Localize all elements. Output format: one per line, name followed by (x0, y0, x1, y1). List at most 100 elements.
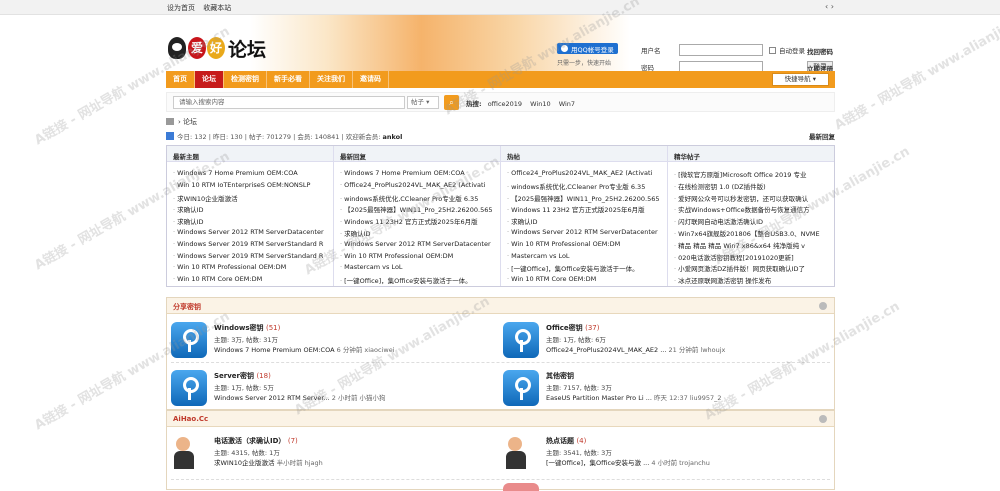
last-post-time: 21 分钟前 lwhoujx (668, 346, 726, 354)
list-item[interactable]: 冰点还原联网激活密钥 操作发布 (674, 275, 828, 287)
list-item[interactable]: 【2025最强神器】WIN11_Pro_25H2.26200.565 (340, 204, 494, 216)
forum-name[interactable]: Server密钥 (214, 372, 254, 380)
section-title: AiHao.Cc (173, 415, 209, 423)
list-item[interactable]: Windows Server 2012 RTM ServerDatacenter (340, 240, 494, 252)
list-item[interactable]: Win 10 RTM Professional OEM:DM (173, 263, 327, 275)
bookmark-link[interactable]: 收藏本站 (203, 4, 231, 12)
home-icon[interactable] (166, 118, 174, 125)
qq-login: 用QQ帐号登录 只需一步，快速开始 (557, 43, 618, 67)
search-button[interactable]: ⌕ (444, 95, 459, 110)
list-item[interactable]: 小爱网页激活DZ插件版！网页获取确认ID了 (674, 263, 828, 275)
key-icon (171, 322, 207, 358)
forum-name[interactable]: 电话激活（求确认ID） (214, 437, 285, 445)
site-logo[interactable]: 爱 好 论坛 (168, 33, 266, 63)
list-item[interactable]: Windows Server 2012 RTM ServerDatacenter (173, 228, 327, 240)
list-item[interactable]: 【2025最强神器】WIN11_Pro_25H2.26200.565 (507, 193, 661, 205)
latest-replies-link[interactable]: 最新回复 (809, 131, 835, 141)
list-item[interactable]: Mastercam vs LoL (507, 252, 661, 264)
list-item[interactable]: Windows Server 2019 RTM ServerStandard R (173, 252, 327, 264)
forum-hot-topics[interactable]: 热点话题 (4) 主题: 3541, 帖数: 3万 [一键Office]，集Of… (499, 433, 829, 481)
list-item[interactable]: Windows 7 Home Premium OEM:COA (340, 169, 494, 181)
hot-item[interactable]: Win7 (559, 100, 575, 108)
list-item[interactable]: Office24_ProPlus2024VL_MAK_AE2 (Activati (340, 181, 494, 193)
hot-item[interactable]: Win10 (530, 100, 550, 108)
list-item[interactable]: Win 10 RTM Professional OEM:DM (507, 240, 661, 252)
today-count: (7) (287, 437, 298, 445)
search-input[interactable]: 请输入搜索内容 (173, 96, 405, 109)
list-item[interactable]: 实战Windows+Office数据备份与恢复通信方 (674, 204, 828, 216)
forum-other-keys[interactable]: 其他密钥 主题: 7157, 帖数: 3万 EaseUS Partition M… (499, 368, 829, 416)
collapse-icon[interactable] (819, 415, 827, 423)
list-item[interactable]: Windows 11 23H2 官方正式版2025年6月版 (340, 216, 494, 228)
list-item[interactable]: Win 10 RTM IoTEnterpriseS OEM:NONSLP (173, 181, 327, 193)
set-home-link[interactable]: 设为首页 (167, 4, 195, 12)
section-share-keys: 分享密钥 Windows密钥 (51) 主题: 3万, 帖数: 31万 Wind… (166, 297, 835, 410)
last-post[interactable]: Windows Server 2012 RTM Server... (214, 394, 330, 402)
hot-item[interactable]: office2019 (488, 100, 522, 108)
list-item[interactable]: 求WIN10企业版激活 (173, 193, 327, 205)
username-input[interactable] (679, 44, 763, 56)
forum-windows-keys[interactable]: Windows密钥 (51) 主题: 3万, 帖数: 31万 Windows 7… (167, 320, 497, 368)
forum-phone-activation[interactable]: 电话激活（求确认ID） (7) 主题: 4315, 帖数: 1万 求WIN10企… (167, 433, 497, 481)
list-item[interactable]: 020电话激活密钥教程[20191020更新] (674, 252, 828, 264)
logo-title: 论坛 (228, 38, 267, 61)
list-item[interactable]: Win 10 RTM Core OEM:DM (507, 275, 661, 287)
list-item[interactable]: 求确认ID (340, 228, 494, 240)
list-item[interactable]: [一键Office]，集Office安装与激活于一体。 (507, 263, 661, 275)
list-item[interactable]: windows系统优化,CCleaner Pro专业版 6.35 (507, 181, 661, 193)
list-item[interactable]: 精品 精品 精品 Win7 x86&x64 纯净版纯 v (674, 240, 828, 252)
list-item[interactable]: Win7x64旗舰版201806【整合USB3.0、NVME (674, 228, 828, 240)
search-type-select[interactable]: 帖子 ▾ (407, 96, 439, 109)
list-item[interactable]: Office24_ProPlus2024VL_MAK_AE2 (Activati (507, 169, 661, 181)
remember-checkbox[interactable] (769, 46, 776, 54)
last-post-time: 半小时前 hjagh (276, 459, 323, 467)
list-item[interactable]: 求确认ID (173, 216, 327, 228)
forum-name[interactable]: 其他密钥 (546, 372, 574, 380)
list-item[interactable]: Mastercam vs LoL (340, 263, 494, 275)
forum-name[interactable]: Windows密钥 (214, 324, 264, 332)
forum-name[interactable]: Office密钥 (546, 324, 583, 332)
panel-title: 热帖 (501, 146, 667, 162)
list-item[interactable]: 求确认ID (507, 216, 661, 228)
nav-forum[interactable]: 论坛 (195, 71, 224, 88)
forum-server-keys[interactable]: Server密钥 (18) 主题: 1万, 帖数: 5万 Windows Ser… (167, 368, 497, 416)
list-item[interactable]: Windows 7 Home Premium OEM:COA (173, 169, 327, 181)
logo-char-2: 好 (207, 37, 225, 59)
list-item[interactable]: [一键Office]，集Office安装与激活于一体。 (340, 275, 494, 287)
list-item[interactable]: 闪灯联网自动电话激活确认ID (674, 216, 828, 228)
newest-member[interactable]: ankol (383, 133, 403, 141)
panel-title: 最新主题 (167, 146, 333, 162)
collapse-icon[interactable] (819, 302, 827, 310)
forum-name[interactable]: 热点话题 (546, 437, 574, 445)
breadcrumb-current[interactable]: 论坛 (183, 118, 197, 126)
list-item[interactable]: 爱好网公众号可以秒发密钥，还可以获取确认 (674, 193, 828, 205)
today-count: (51) (266, 324, 281, 332)
list-item[interactable]: [微软官方原版]Microsoft Office 2019 专业 (674, 169, 828, 181)
last-post[interactable]: Office24_ProPlus2024VL_MAK_AE2 ... (546, 346, 666, 354)
nav-follow[interactable]: 关注我们 (310, 71, 353, 88)
list-item[interactable]: Win 10 RTM Core OEM:DM (173, 275, 327, 287)
list-item[interactable]: Windows Server 2012 RTM ServerDatacenter (507, 228, 661, 240)
forgot-password-link[interactable]: 找回密码 (807, 46, 833, 56)
nav-invite[interactable]: 邀请码 (353, 71, 389, 88)
width-toggle-icon[interactable]: ‹ › (825, 2, 834, 11)
last-post[interactable]: EaseUS Partition Master Pro Li ... (546, 394, 652, 402)
list-item[interactable]: Windows 11 23H2 官方正式版2025年6月版 (507, 204, 661, 216)
panel-newest-replies: 最新回复 Windows 7 Home Premium OEM:COA Offi… (334, 146, 501, 286)
list-item[interactable]: 求确认ID (173, 204, 327, 216)
list-item[interactable]: 在线检测密钥 1.0 (DZ插件版) (674, 181, 828, 193)
list-item[interactable]: windows系统优化,CCleaner Pro专业版 6.35 (340, 193, 494, 205)
qq-login-button[interactable]: 用QQ帐号登录 (557, 43, 618, 54)
quick-nav-button[interactable]: 快捷导航 ▾ (771, 73, 829, 86)
last-post[interactable]: Windows 7 Home Premium OEM:COA (214, 346, 335, 354)
last-post[interactable]: 求WIN10企业版激活 (214, 459, 274, 467)
people-icon (503, 435, 539, 471)
nav-check-key[interactable]: 检测密钥 (224, 71, 267, 88)
forum-office-keys[interactable]: Office密钥 (37) 主题: 1万, 帖数: 6万 Office24_Pr… (499, 320, 829, 368)
today-count: (37) (585, 324, 600, 332)
last-post[interactable]: [一键Office]，集Office安装与激 ... (546, 459, 649, 467)
list-item[interactable]: Win 10 RTM Professional OEM:DM (340, 252, 494, 264)
list-item[interactable]: Windows Server 2019 RTM ServerStandard R (173, 240, 327, 252)
nav-newbie[interactable]: 新手必看 (267, 71, 310, 88)
nav-home[interactable]: 首页 (166, 71, 195, 88)
